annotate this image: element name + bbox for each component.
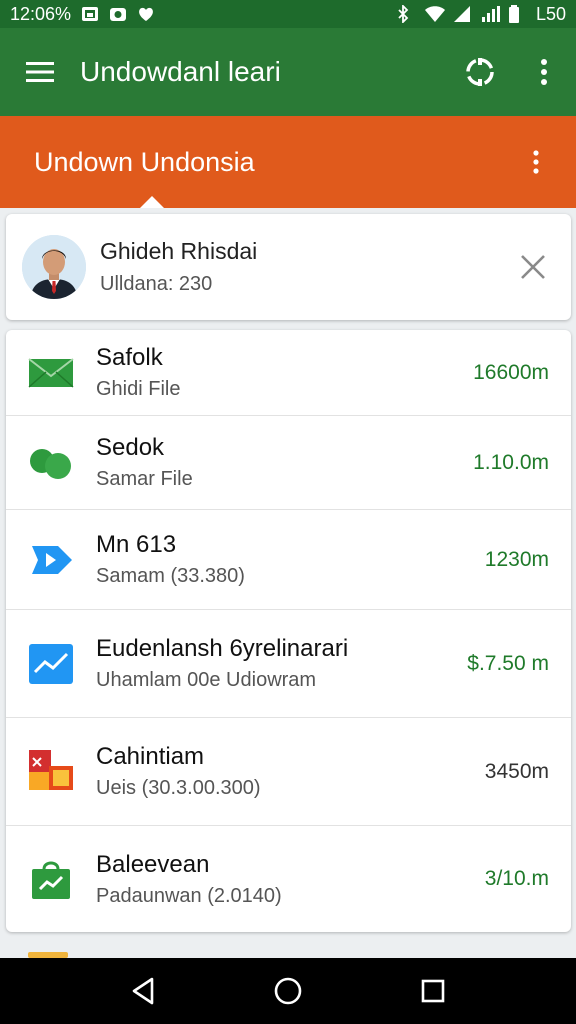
- list-item-text: Mn 613 Samam (33.380): [96, 531, 485, 588]
- battery-text: L50: [535, 3, 566, 24]
- list-item-value: 1.10.0m: [473, 450, 549, 474]
- transaction-list: Safolk Ghidi File 16600m Sedok Samar Fil…: [6, 330, 571, 932]
- signal-bars-icon: [480, 5, 500, 23]
- profile-card[interactable]: Ghideh Rhisdai Ulldana: 230: [6, 214, 571, 320]
- app-title: Undowdanl leari: [80, 56, 281, 87]
- list-item-value: 3450m: [484, 759, 549, 783]
- list-item-subtitle: Ueis (30.3.00.300): [96, 777, 261, 799]
- camera-icon: [109, 5, 127, 23]
- trend-chart-icon: [6, 643, 96, 684]
- home-button[interactable]: [258, 961, 318, 1021]
- sub-header-bar: Undown Undonsia: [0, 116, 576, 208]
- status-bar-left: 12:06%: [10, 4, 155, 25]
- back-button[interactable]: [113, 961, 173, 1021]
- hamburger-icon: [26, 62, 54, 82]
- shopping-bag-icon: [6, 857, 96, 901]
- list-item[interactable]: Mn 613 Samam (33.380) 1230m: [6, 510, 571, 610]
- list-item-text: Sedok Samar File: [96, 434, 473, 491]
- app-bar: Undowdanl leari: [0, 28, 576, 116]
- system-nav-bar: [0, 958, 576, 1024]
- dropdown-pointer: [140, 196, 164, 208]
- play-icon: [6, 543, 96, 577]
- avatar: [22, 235, 86, 299]
- list-item-subtitle: Uhamlam 00e Udiowram: [96, 669, 317, 691]
- profile-name: Ghideh Rhisdai: [100, 238, 258, 264]
- list-item-text: Baleevean Padaunwan (2.0140): [96, 851, 485, 908]
- menu-button[interactable]: [0, 28, 80, 116]
- battery-icon: [508, 5, 526, 23]
- status-time: 12:06%: [10, 3, 72, 24]
- sync-icon: [466, 58, 494, 86]
- list-item-value: 1230m: [484, 547, 549, 571]
- list-item-value: 16600m: [473, 360, 549, 384]
- list-item-subtitle: Samam (33.380): [96, 565, 245, 587]
- back-icon: [132, 977, 153, 1005]
- signal-icon: [452, 5, 470, 23]
- profile-text: Ghideh Rhisdai Ulldana: 230: [100, 238, 501, 296]
- list-item[interactable]: Safolk Ghidi File 16600m: [6, 330, 571, 416]
- list-item[interactable]: Eudenlansh 6yrelinarari Uhamlam 00e Udio…: [6, 610, 571, 718]
- list-item-subtitle: Ghidi File: [96, 378, 181, 400]
- dismiss-button[interactable]: [501, 235, 565, 299]
- home-icon: [274, 977, 302, 1005]
- bluetooth-icon: [396, 3, 414, 25]
- list-item-value: $.7.50 m: [467, 651, 549, 675]
- envelope-icon: [6, 356, 96, 390]
- list-item[interactable]: Cahintiam Ueis (30.3.00.300) 3450m: [6, 718, 571, 826]
- more-vert-icon: [533, 150, 539, 174]
- sub-header-more-button[interactable]: [496, 116, 576, 208]
- status-bar: 12:06% L50: [0, 0, 576, 28]
- list-item-text: Safolk Ghidi File: [96, 344, 473, 401]
- list-item-value: 3/10.m: [484, 867, 549, 890]
- list-item-text: Eudenlansh 6yrelinarari Uhamlam 00e Udio…: [96, 635, 467, 692]
- sync-button[interactable]: [448, 28, 512, 116]
- list-item-subtitle: Padaunwan (2.0140): [96, 884, 282, 907]
- list-item-title: Sedok: [96, 434, 165, 461]
- status-bar-right: L50: [396, 4, 566, 25]
- list-item-title: Safolk: [96, 344, 163, 371]
- shield-icon: [137, 5, 155, 23]
- list-item-subtitle: Samar File: [96, 468, 193, 490]
- list-item-title: Eudenlansh 6yrelinarari: [96, 635, 349, 662]
- wifi-icon: [424, 5, 445, 23]
- list-item-title: Cahintiam: [96, 743, 205, 770]
- recents-icon: [422, 979, 445, 1003]
- list-item-title: Baleevean: [96, 850, 210, 878]
- list-item-title: Mn 613: [96, 531, 177, 558]
- circles-icon: [6, 445, 96, 481]
- sub-header-title[interactable]: Undown Undonsia: [34, 147, 496, 178]
- overflow-menu-button[interactable]: [512, 28, 576, 116]
- profile-subtitle: Ulldana: 230: [100, 273, 213, 295]
- more-vert-icon: [541, 59, 547, 85]
- list-item[interactable]: Baleevean Padaunwan (2.0140) 3/10.m: [6, 826, 571, 932]
- grid-tiles-icon: [6, 748, 96, 796]
- gallery-icon: [81, 5, 99, 23]
- recents-button[interactable]: [403, 961, 463, 1021]
- list-item-text: Cahintiam Ueis (30.3.00.300): [96, 743, 485, 800]
- close-icon: [521, 255, 545, 279]
- list-item[interactable]: Sedok Samar File 1.10.0m: [6, 416, 571, 510]
